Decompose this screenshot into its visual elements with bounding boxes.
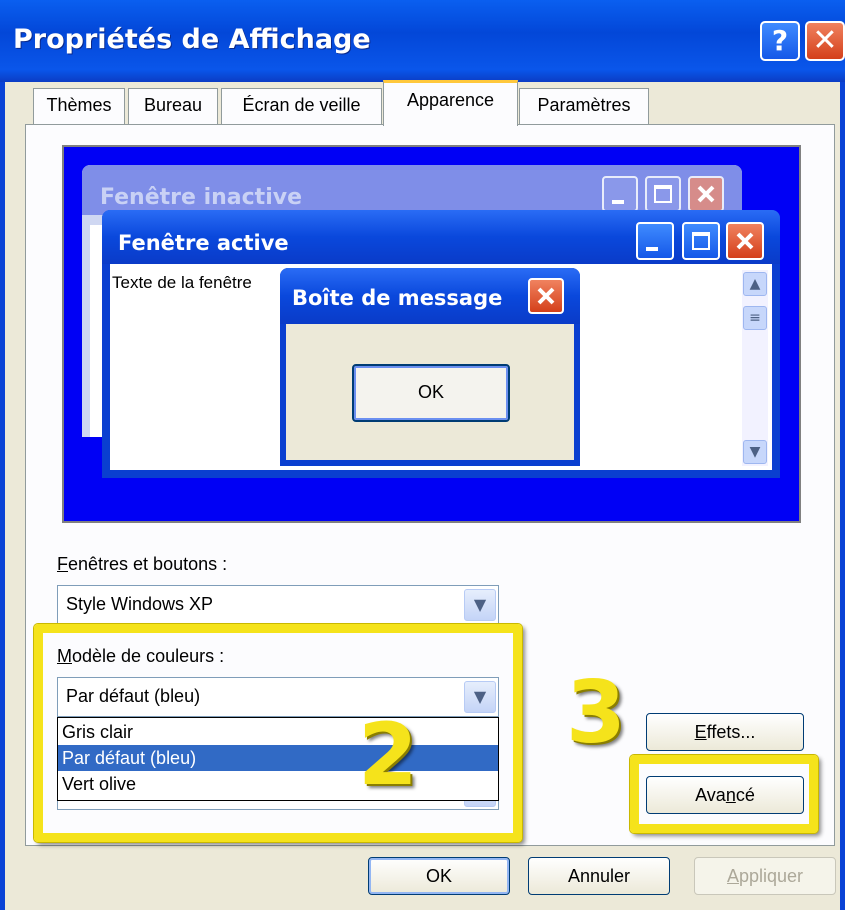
inactive-close-icon	[688, 176, 724, 212]
inactive-maximize-icon	[645, 176, 681, 212]
windows-buttons-select[interactable]: Style Windows XP	[57, 585, 499, 625]
inactive-window-title: Fenêtre inactive	[100, 185, 302, 210]
help-button[interactable]: ?	[760, 21, 800, 61]
window-text-sample: Texte de la fenêtre	[112, 273, 252, 292]
chevron-down-icon[interactable]: ▼	[464, 589, 496, 621]
tab-parametres[interactable]: Paramètres	[519, 88, 649, 124]
scroll-thumb: ≡	[743, 306, 767, 330]
tab-apparence[interactable]: Apparence	[383, 80, 518, 126]
active-maximize-icon	[682, 222, 720, 260]
active-window-title: Fenêtre active	[118, 231, 289, 255]
tab-themes[interactable]: Thèmes	[33, 88, 125, 124]
scroll-down-icon: ▼	[743, 440, 767, 464]
cancel-button[interactable]: Annuler	[528, 857, 670, 895]
step-number-3: 3	[566, 663, 626, 763]
apply-button[interactable]: Appliquer	[694, 857, 836, 895]
highlight-box-advanced	[630, 755, 818, 833]
close-button[interactable]: ✕	[805, 21, 845, 61]
tab-ecran-de-veille[interactable]: Écran de veille	[221, 88, 382, 124]
active-close-icon	[726, 222, 764, 260]
inactive-minimize-icon	[602, 176, 638, 212]
highlight-box-color-scheme	[34, 624, 522, 842]
windows-buttons-value: Style Windows XP	[66, 594, 214, 614]
preview-scrollbar	[742, 270, 768, 466]
effects-button[interactable]: Effets...	[646, 713, 804, 751]
active-minimize-icon	[636, 222, 674, 260]
message-box-close-icon	[528, 278, 564, 314]
step-number-2: 2	[358, 705, 418, 805]
message-box-title: Boîte de message	[292, 286, 503, 310]
scroll-up-icon: ▲	[743, 272, 767, 296]
windows-buttons-label: Fenêtres et boutons :	[57, 554, 228, 574]
message-box-ok-button: OK	[352, 364, 510, 422]
tab-bureau[interactable]: Bureau	[128, 88, 218, 124]
window-title: Propriétés de Affichage	[13, 24, 371, 55]
ok-button[interactable]: OK	[368, 857, 510, 895]
